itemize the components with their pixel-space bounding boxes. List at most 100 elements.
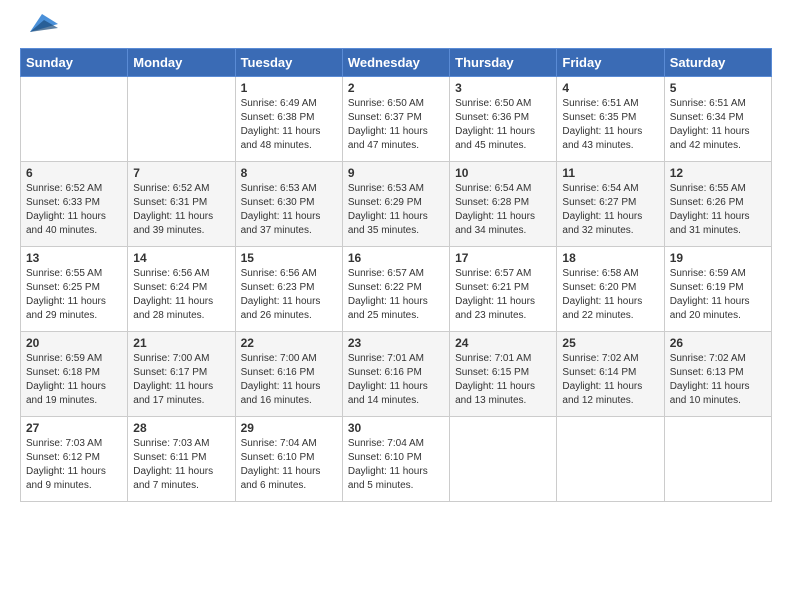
day-number: 21 [133, 336, 229, 350]
calendar-header-row: SundayMondayTuesdayWednesdayThursdayFrid… [21, 49, 772, 77]
day-number: 6 [26, 166, 122, 180]
calendar-cell: 13 Sunrise: 6:55 AM Sunset: 6:25 PM Dayli… [21, 247, 128, 332]
day-number: 16 [348, 251, 444, 265]
calendar-cell [450, 417, 557, 502]
calendar-cell: 22Sunrise: 7:00 AM Sunset: 6:16 PM Dayli… [235, 332, 342, 417]
day-number: 27 [26, 421, 122, 435]
day-number: 12 [670, 166, 766, 180]
day-info: Sunrise: 6:56 AM Sunset: 6:24 PM Dayligh… [133, 267, 229, 323]
calendar-cell: 29 Sunrise: 7:04 AM Sunset: 6:10 PM Dayli… [235, 417, 342, 502]
calendar-cell: 18 Sunrise: 6:58 AM Sunset: 6:20 PM Dayli… [557, 247, 664, 332]
day-number: 3 [455, 81, 551, 95]
calendar-cell: 6 Sunrise: 6:52 AM Sunset: 6:33 PM Daylig… [21, 162, 128, 247]
weekday-header: Friday [557, 49, 664, 77]
day-info: Sunrise: 6:57 AM Sunset: 6:21 PM Dayligh… [455, 267, 551, 323]
calendar-cell: 14 Sunrise: 6:56 AM Sunset: 6:24 PM Dayli… [128, 247, 235, 332]
day-info: Sunrise: 6:59 AM Sunset: 6:19 PM Dayligh… [670, 267, 766, 323]
calendar-week-row: 13 Sunrise: 6:55 AM Sunset: 6:25 PM Dayli… [21, 247, 772, 332]
calendar-cell: 17 Sunrise: 6:57 AM Sunset: 6:21 PM Dayli… [450, 247, 557, 332]
day-info: Sunrise: 6:52 AM Sunset: 6:33 PM Dayligh… [26, 182, 122, 238]
day-info: Sunrise: 6:54 AM Sunset: 6:27 PM Dayligh… [562, 182, 658, 238]
calendar-cell: 7 Sunrise: 6:52 AM Sunset: 6:31 PM Daylig… [128, 162, 235, 247]
day-info: Sunrise: 6:54 AM Sunset: 6:28 PM Dayligh… [455, 182, 551, 238]
calendar-cell: 9Sunrise: 6:53 AM Sunset: 6:29 PM Daylig… [342, 162, 449, 247]
day-info: Sunrise: 6:50 AM Sunset: 6:37 PM Dayligh… [348, 97, 444, 153]
day-info: Sunrise: 6:50 AM Sunset: 6:36 PM Dayligh… [455, 97, 551, 153]
day-info: Sunrise: 6:55 AM Sunset: 6:26 PM Dayligh… [670, 182, 766, 238]
day-info: Sunrise: 7:02 AM Sunset: 6:14 PM Dayligh… [562, 352, 658, 408]
day-number: 28 [133, 421, 229, 435]
day-number: 14 [133, 251, 229, 265]
calendar-cell: 3 Sunrise: 6:50 AM Sunset: 6:36 PM Daylig… [450, 77, 557, 162]
calendar-cell: 19 Sunrise: 6:59 AM Sunset: 6:19 PM Dayli… [664, 247, 771, 332]
logo-icon [22, 10, 58, 38]
day-number: 9 [348, 166, 444, 180]
day-info: Sunrise: 6:55 AM Sunset: 6:25 PM Dayligh… [26, 267, 122, 323]
day-number: 5 [670, 81, 766, 95]
calendar-cell: 11 Sunrise: 6:54 AM Sunset: 6:27 PM Dayli… [557, 162, 664, 247]
day-info: Sunrise: 7:02 AM Sunset: 6:13 PM Dayligh… [670, 352, 766, 408]
day-number: 25 [562, 336, 658, 350]
weekday-header: Sunday [21, 49, 128, 77]
day-number: 22 [241, 336, 337, 350]
day-number: 8 [241, 166, 337, 180]
day-number: 30 [348, 421, 444, 435]
day-info: Sunrise: 7:04 AM Sunset: 6:10 PM Dayligh… [241, 437, 337, 493]
day-info: Sunrise: 6:57 AM Sunset: 6:22 PM Dayligh… [348, 267, 444, 323]
calendar-table: SundayMondayTuesdayWednesdayThursdayFrid… [20, 48, 772, 502]
day-info: Sunrise: 7:00 AM Sunset: 6:17 PM Dayligh… [133, 352, 229, 408]
calendar-cell: 25 Sunrise: 7:02 AM Sunset: 6:14 PM Dayli… [557, 332, 664, 417]
day-info: Sunrise: 7:01 AM Sunset: 6:15 PM Dayligh… [455, 352, 551, 408]
calendar-cell: 27 Sunrise: 7:03 AM Sunset: 6:12 PM Dayli… [21, 417, 128, 502]
day-info: Sunrise: 7:04 AM Sunset: 6:10 PM Dayligh… [348, 437, 444, 493]
calendar-cell: 8 Sunrise: 6:53 AM Sunset: 6:30 PM Daylig… [235, 162, 342, 247]
day-info: Sunrise: 7:03 AM Sunset: 6:12 PM Dayligh… [26, 437, 122, 493]
calendar-cell: 5Sunrise: 6:51 AM Sunset: 6:34 PM Daylig… [664, 77, 771, 162]
day-info: Sunrise: 6:52 AM Sunset: 6:31 PM Dayligh… [133, 182, 229, 238]
calendar-week-row: 1 Sunrise: 6:49 AM Sunset: 6:38 PM Daylig… [21, 77, 772, 162]
day-number: 4 [562, 81, 658, 95]
weekday-header: Tuesday [235, 49, 342, 77]
weekday-header: Thursday [450, 49, 557, 77]
day-info: Sunrise: 6:49 AM Sunset: 6:38 PM Dayligh… [241, 97, 337, 153]
day-info: Sunrise: 6:58 AM Sunset: 6:20 PM Dayligh… [562, 267, 658, 323]
day-number: 7 [133, 166, 229, 180]
calendar-cell [128, 77, 235, 162]
calendar-cell [557, 417, 664, 502]
calendar-week-row: 27 Sunrise: 7:03 AM Sunset: 6:12 PM Dayli… [21, 417, 772, 502]
calendar-week-row: 6 Sunrise: 6:52 AM Sunset: 6:33 PM Daylig… [21, 162, 772, 247]
day-number: 18 [562, 251, 658, 265]
day-number: 1 [241, 81, 337, 95]
day-number: 23 [348, 336, 444, 350]
day-number: 19 [670, 251, 766, 265]
day-number: 2 [348, 81, 444, 95]
day-info: Sunrise: 6:51 AM Sunset: 6:35 PM Dayligh… [562, 97, 658, 153]
weekday-header: Saturday [664, 49, 771, 77]
calendar-cell: 10 Sunrise: 6:54 AM Sunset: 6:28 PM Dayli… [450, 162, 557, 247]
calendar-week-row: 20Sunrise: 6:59 AM Sunset: 6:18 PM Dayli… [21, 332, 772, 417]
calendar-cell: 15Sunrise: 6:56 AM Sunset: 6:23 PM Dayli… [235, 247, 342, 332]
logo [20, 20, 58, 38]
calendar-cell: 12 Sunrise: 6:55 AM Sunset: 6:26 PM Dayli… [664, 162, 771, 247]
day-number: 11 [562, 166, 658, 180]
weekday-header: Wednesday [342, 49, 449, 77]
calendar-cell: 2 Sunrise: 6:50 AM Sunset: 6:37 PM Daylig… [342, 77, 449, 162]
calendar-cell: 4 Sunrise: 6:51 AM Sunset: 6:35 PM Daylig… [557, 77, 664, 162]
day-number: 10 [455, 166, 551, 180]
page-header [20, 20, 772, 38]
day-info: Sunrise: 6:53 AM Sunset: 6:30 PM Dayligh… [241, 182, 337, 238]
day-number: 29 [241, 421, 337, 435]
calendar-cell: 21 Sunrise: 7:00 AM Sunset: 6:17 PM Dayli… [128, 332, 235, 417]
day-number: 24 [455, 336, 551, 350]
day-info: Sunrise: 6:59 AM Sunset: 6:18 PM Dayligh… [26, 352, 122, 408]
weekday-header: Monday [128, 49, 235, 77]
calendar-cell [21, 77, 128, 162]
calendar-cell: 1 Sunrise: 6:49 AM Sunset: 6:38 PM Daylig… [235, 77, 342, 162]
day-info: Sunrise: 7:01 AM Sunset: 6:16 PM Dayligh… [348, 352, 444, 408]
day-info: Sunrise: 6:56 AM Sunset: 6:23 PM Dayligh… [241, 267, 337, 323]
calendar-cell: 26Sunrise: 7:02 AM Sunset: 6:13 PM Dayli… [664, 332, 771, 417]
day-number: 17 [455, 251, 551, 265]
calendar-cell: 30 Sunrise: 7:04 AM Sunset: 6:10 PM Dayli… [342, 417, 449, 502]
calendar-cell: 24 Sunrise: 7:01 AM Sunset: 6:15 PM Dayli… [450, 332, 557, 417]
day-number: 13 [26, 251, 122, 265]
